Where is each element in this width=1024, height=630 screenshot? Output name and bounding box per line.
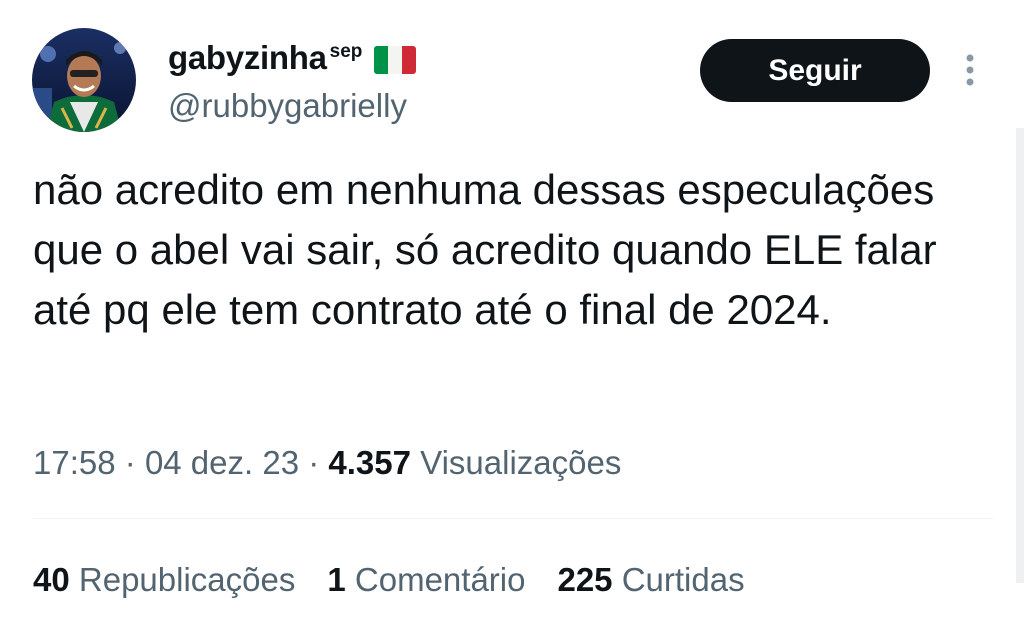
avatar[interactable] <box>32 28 136 132</box>
italy-flag-icon <box>374 46 417 74</box>
meta-separator: · <box>124 444 136 481</box>
tweet-time[interactable]: 17:58 <box>33 444 116 481</box>
reposts-count: 40 <box>33 561 70 598</box>
divider <box>33 518 993 519</box>
comments-count: 1 <box>327 561 346 598</box>
meta-separator: · <box>308 444 320 481</box>
likes-label: Curtidas <box>621 561 745 598</box>
scrollbar-track <box>1016 128 1024 583</box>
author-name-superscript: sep <box>329 41 363 62</box>
author-handle[interactable]: @rubbygabrielly <box>168 86 407 126</box>
follow-button[interactable]: Seguir <box>700 39 930 102</box>
tweet-text: não acredito em nenhuma dessas especulaç… <box>33 166 937 333</box>
views-count: 4.357 <box>328 444 411 481</box>
reposts-stat[interactable]: 40 Republicações <box>33 558 295 602</box>
comments-label: Comentário <box>354 561 526 598</box>
more-options-icon[interactable] <box>958 52 982 88</box>
engagement-stats: 40 Republicações 1 Comentário 225 Curtid… <box>33 558 777 602</box>
tweet-metadata: 17:58 · 04 dez. 23 · 4.357 Visualizações <box>33 441 621 485</box>
comments-stat[interactable]: 1 Comentário <box>327 558 525 602</box>
author-display-name[interactable]: gabyzinha sep <box>168 36 417 80</box>
reposts-label: Republicações <box>78 561 296 598</box>
tweet-date[interactable]: 04 dez. 23 <box>145 444 299 481</box>
views-label: Visualizações <box>420 444 622 481</box>
author-name: gabyzinha <box>168 39 327 76</box>
likes-count: 225 <box>557 561 613 598</box>
likes-stat[interactable]: 225 Curtidas <box>557 558 744 602</box>
